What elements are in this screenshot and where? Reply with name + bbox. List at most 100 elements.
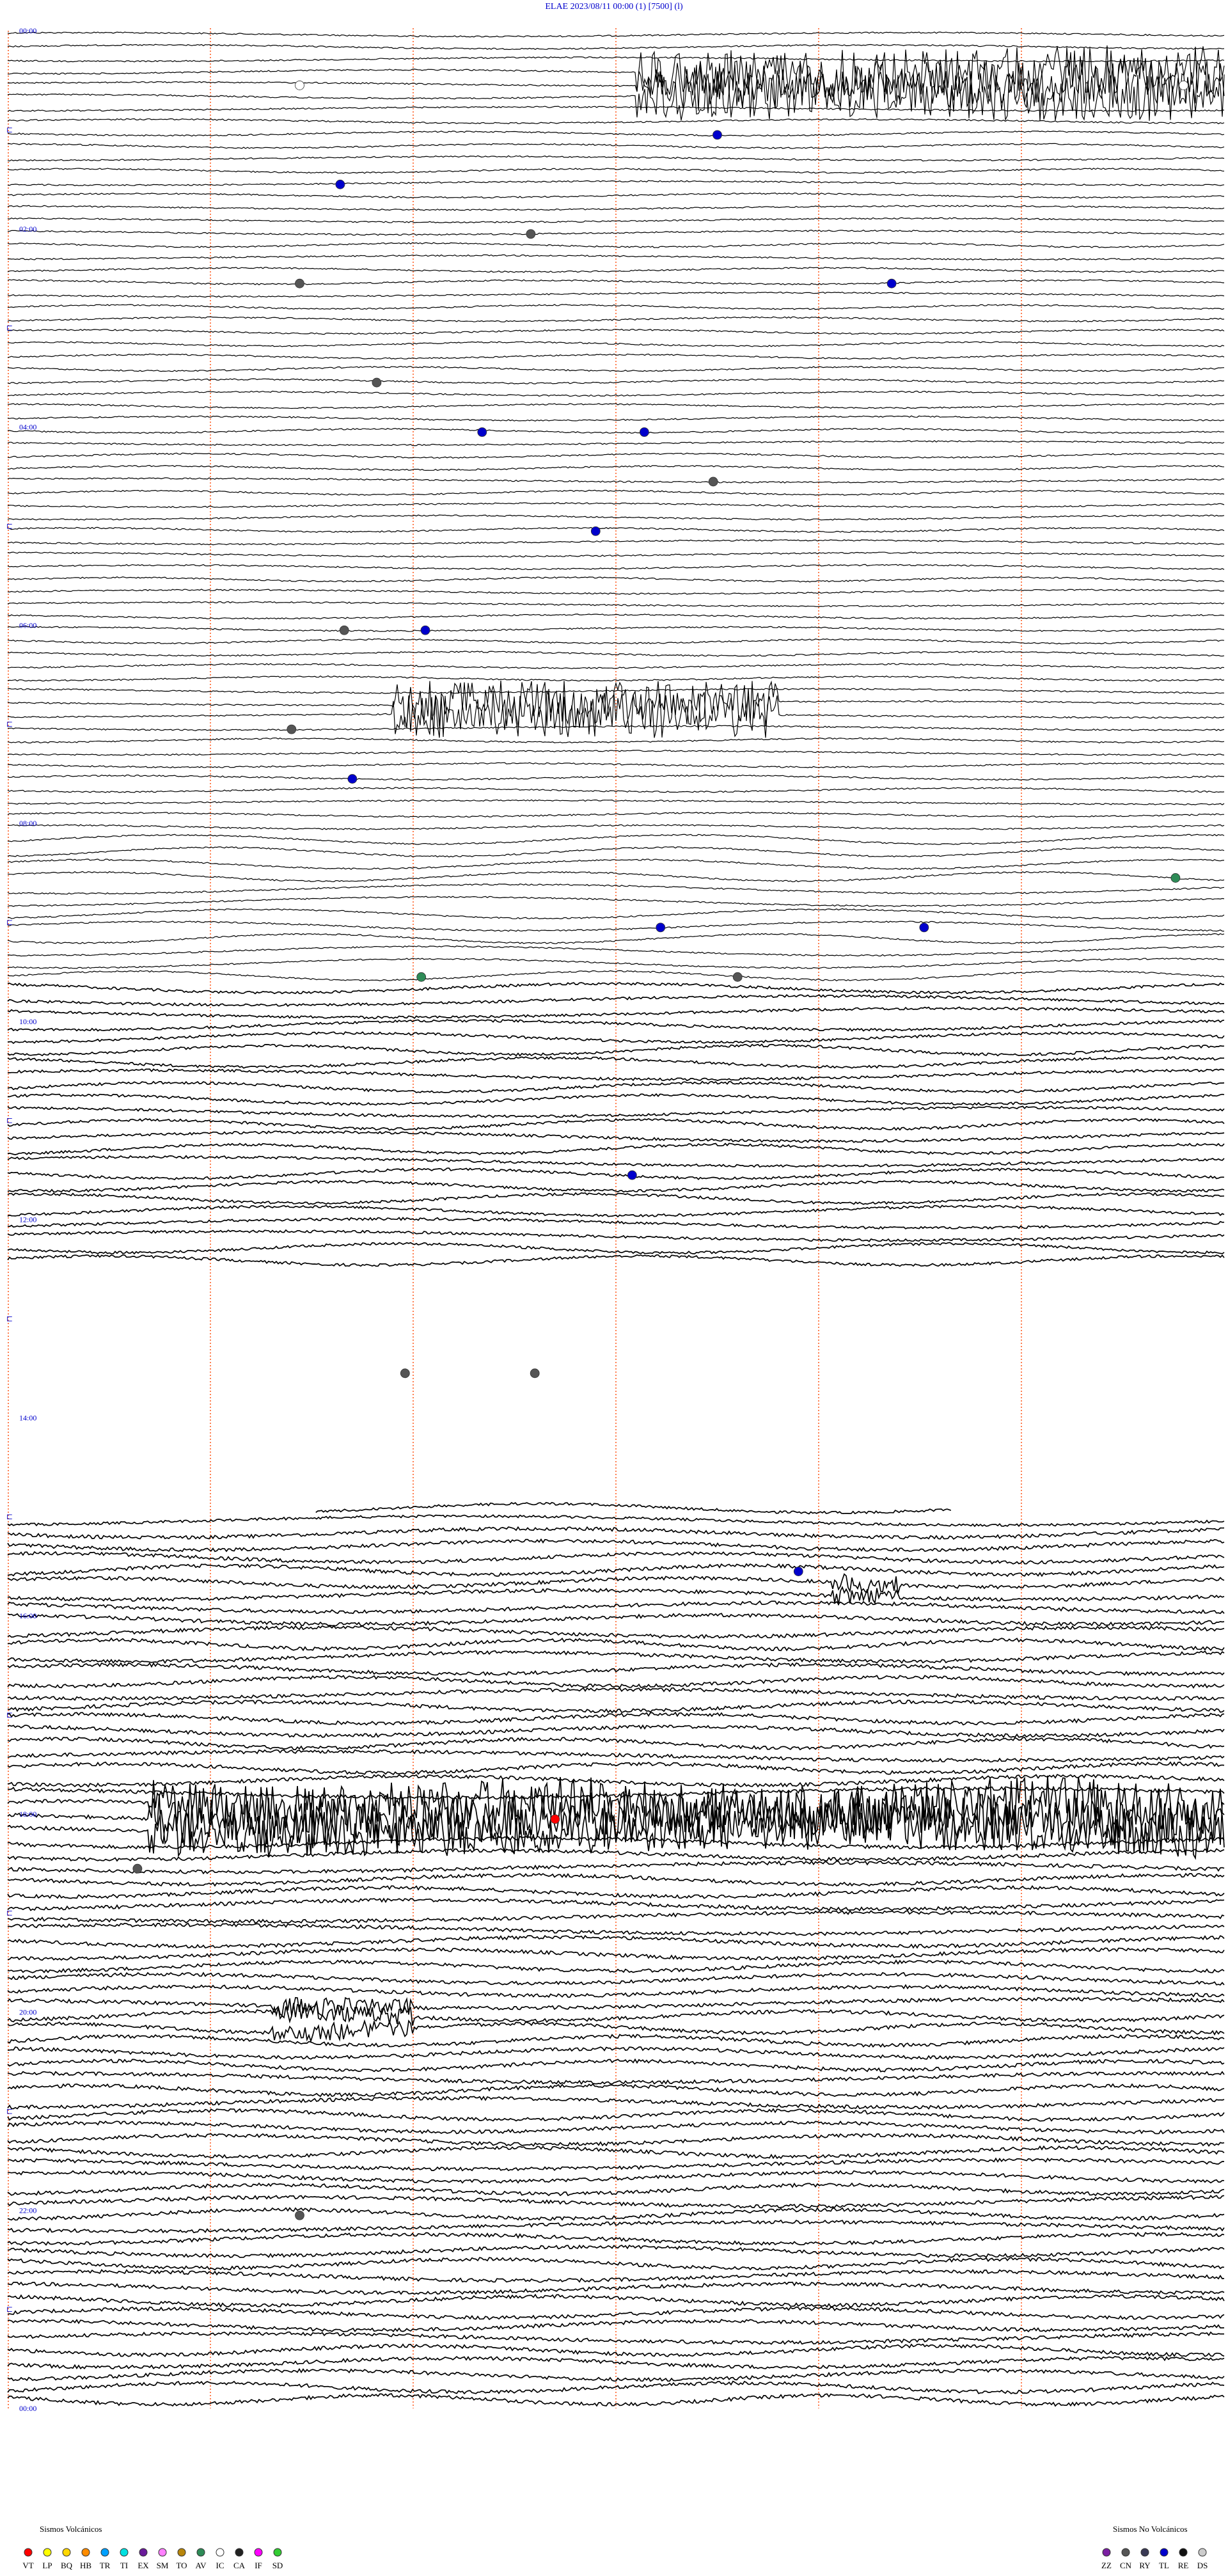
legend-nonvolcanic-code-tl: TL xyxy=(1159,2561,1169,2570)
legend-volcanic-swatch-bq xyxy=(62,2548,71,2557)
trace-line xyxy=(8,834,1225,845)
legend-volcanic-swatch-sm xyxy=(158,2548,167,2557)
trace-line xyxy=(7,1217,1225,1230)
legend-volcanic-swatch-vt xyxy=(24,2548,33,2557)
time-label: 10:00 xyxy=(19,1017,36,1026)
event-marker-tl xyxy=(347,774,358,784)
hour-tick: ⊏ xyxy=(6,2106,13,2115)
time-label: 00:00 xyxy=(19,2404,36,2413)
legend-volcanic-code-vt: VT xyxy=(22,2561,33,2570)
time-label: 02:00 xyxy=(19,225,36,233)
legend-volcanic-code-lp: LP xyxy=(42,2561,52,2570)
trace-line xyxy=(7,688,1225,694)
hour-tick: ⊏ xyxy=(6,2305,13,2314)
trace-line xyxy=(7,933,1225,944)
trace-line xyxy=(7,2293,1225,2308)
event-marker-vt xyxy=(550,1814,560,1824)
trace-line xyxy=(7,1563,1225,1577)
trace-line xyxy=(7,1205,1225,1218)
legend-volcanic-code-ic: IC xyxy=(216,2561,224,2570)
header-part-1: 2023/08/11 00:00 xyxy=(568,2,633,12)
legend-volcanic-swatch-ex xyxy=(139,2548,148,2557)
trace-line xyxy=(7,1167,1225,1180)
event-marker-cn xyxy=(372,377,382,388)
event-markers xyxy=(132,81,1188,2220)
legend-volcanic-code-ca: CA xyxy=(233,2561,246,2570)
legend-volcanic-swatch-sd xyxy=(273,2548,282,2557)
header-part-2: (1) xyxy=(633,2,646,12)
event-marker-cn xyxy=(295,2210,304,2220)
helicorder-plot: ELAE 2023/08/11 00:00 (1) [7500] (l) 00:… xyxy=(6,2,1225,2570)
header-part-4: (l) xyxy=(672,2,683,12)
trace-line xyxy=(7,316,1225,323)
header-part-3: [7500] xyxy=(646,2,672,12)
legend-nonvolcanic-swatch-ds xyxy=(1198,2548,1207,2557)
trace-line xyxy=(7,1972,1225,1986)
legend-volcanic-swatch-ti xyxy=(120,2548,129,2557)
legend-nonvolcanic-code-re: RE xyxy=(1178,2561,1189,2570)
hour-tick: ⊏ xyxy=(6,521,13,530)
legend-nonvolcanic-title: Sismos No Volcánicos xyxy=(1113,2524,1188,2534)
legend-volcanic-code-sd: SD xyxy=(272,2561,283,2570)
legend-volcanic-title: Sismos Volcánicos xyxy=(40,2524,102,2534)
trace-line xyxy=(7,613,1225,620)
event-marker-tl xyxy=(590,526,601,536)
legend-nonvolcanic-swatch-cn xyxy=(1121,2548,1130,2557)
event-marker-cn xyxy=(132,1863,143,1874)
trace-line xyxy=(7,514,1225,521)
time-label: 12:00 xyxy=(19,1215,36,1224)
trace-line xyxy=(315,1501,952,1515)
event-marker-cn xyxy=(526,229,536,239)
plot-header: ELAE 2023/08/11 00:00 (1) [7500] (l) xyxy=(545,2,683,12)
legend-nonvolcanic-code-cn: CN xyxy=(1120,2561,1132,2570)
legend-volcanic-code-hb: HB xyxy=(80,2561,91,2570)
trace-line xyxy=(7,1984,1225,1998)
legend-volcanic-swatch-tr xyxy=(100,2548,109,2557)
event-marker-tl xyxy=(627,1170,637,1180)
legend-volcanic-code-ti: TI xyxy=(120,2561,128,2570)
legend-volcanic-code-tr: TR xyxy=(100,2561,111,2570)
legend-nonvolcanic-swatch-ry xyxy=(1140,2548,1149,2557)
legend-volcanic-swatch-lp xyxy=(43,2548,52,2557)
time-label: 00:00 xyxy=(19,26,36,35)
time-label: 22:00 xyxy=(19,2206,36,2215)
legend-volcanic-swatch-if xyxy=(254,2548,263,2557)
trace-line xyxy=(7,908,1225,920)
event-marker-cn xyxy=(732,972,743,982)
trace-line xyxy=(7,1885,1225,1899)
event-marker-av xyxy=(1170,873,1181,883)
event-marker-tl xyxy=(712,130,722,140)
legend-volcanic-swatch-ca xyxy=(235,2548,244,2557)
event-marker-tl xyxy=(420,625,430,635)
legend-volcanic-code-sm: SM xyxy=(157,2561,169,2570)
trace-line xyxy=(7,1675,1225,1689)
time-label: 18:00 xyxy=(19,1810,36,1819)
header-part-0: ELAE xyxy=(545,2,568,12)
time-label: 16:00 xyxy=(19,1611,36,1620)
hour-tick: ⊏ xyxy=(6,1116,13,1125)
legend-volcanic-code-if: IF xyxy=(255,2561,262,2570)
legend-volcanic-swatch-ic xyxy=(216,2548,224,2557)
legend-volcanic: Sismos Volcánicos VT LP BQ HB TR TI EX SM TO AV IC… xyxy=(22,2524,283,2570)
trace-line xyxy=(7,1526,1225,1540)
legend-volcanic-code-av: AV xyxy=(195,2561,207,2570)
event-marker-ic xyxy=(295,81,304,90)
trace-line xyxy=(7,2071,1225,2085)
trace-line xyxy=(7,1573,1225,1594)
trace-line xyxy=(7,1749,1225,1763)
legend-volcanic-swatch-av xyxy=(196,2548,205,2557)
hour-tick: ⊏ xyxy=(6,1512,13,1521)
time-label: 14:00 xyxy=(19,1413,36,1422)
legend-nonvolcanic-swatch-re xyxy=(1179,2548,1188,2557)
event-marker-ic xyxy=(1179,81,1188,90)
legend-volcanic-code-to: TO xyxy=(176,2561,187,2570)
legend-nonvolcanic-swatch-zz xyxy=(1102,2548,1111,2557)
trace-line xyxy=(7,378,1225,384)
legend-nonvolcanic: Sismos No Volcánicos ZZ CN RY TL RE DS xyxy=(1101,2524,1208,2570)
legend-volcanic-swatch-to xyxy=(177,2548,186,2557)
event-marker-cn xyxy=(295,278,304,288)
event-marker-tl xyxy=(919,922,929,933)
hour-tick: ⊏ xyxy=(6,1711,13,1719)
legend-nonvolcanic-code-ds: DS xyxy=(1197,2561,1208,2570)
hour-tick: ⊏ xyxy=(6,1909,13,1918)
